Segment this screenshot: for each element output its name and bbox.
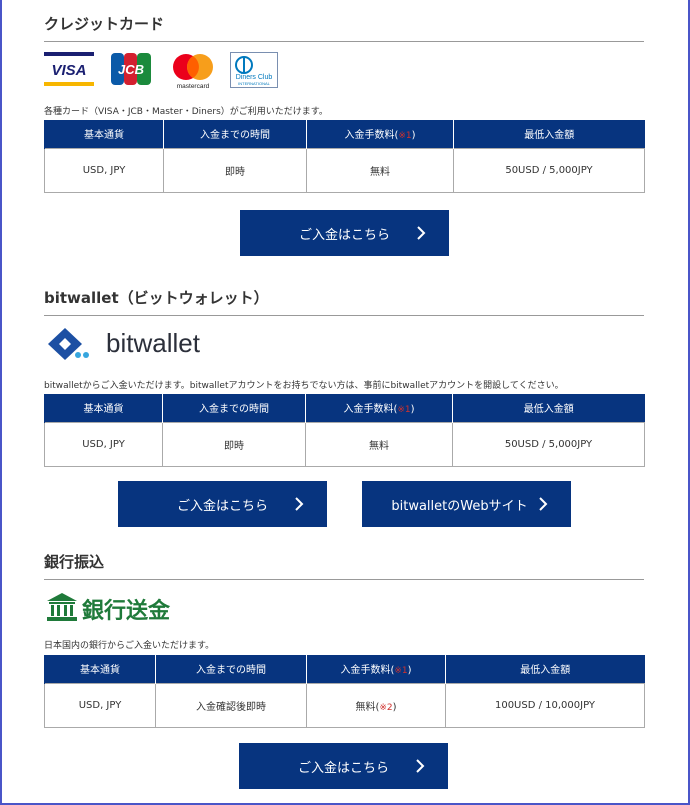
deposit-button-label: ご入金はこちら: [176, 498, 268, 514]
cell-currency: USD, JPY: [44, 147, 164, 193]
deposit-button[interactable]: ご入金はこちら: [239, 743, 448, 789]
header-currency: 基本通貨: [44, 394, 163, 422]
fee-note: ※1: [398, 131, 412, 142]
svg-text:VISA: VISA: [51, 62, 86, 79]
diners-club-logo-icon: Diners Club INTERNATIONAL: [230, 52, 278, 88]
cell-time: 即時: [162, 421, 306, 467]
svg-text:JCB: JCB: [118, 62, 144, 77]
chevron-right-icon: [539, 497, 548, 511]
fee-note: ※1: [394, 666, 408, 677]
table-row: USD, JPY 即時 無料 50USD / 5,000JPY: [44, 147, 645, 193]
chevron-right-icon: [416, 759, 425, 773]
chevron-right-icon: [295, 497, 304, 511]
deposit-button[interactable]: ご入金はこちら: [118, 481, 327, 527]
section-description: 各種カード（VISA・JCB・Master・Diners）がご利用いただけます。: [44, 107, 328, 117]
header-fee: 入金手数料(※1): [306, 120, 454, 148]
mastercard-logo-icon: mastercard: [173, 54, 213, 90]
cell-fee: 無料(※2): [306, 682, 446, 728]
bitwallet-website-button-label: bitwalletのWebサイト: [391, 498, 528, 514]
fee-note: ※1: [397, 405, 411, 416]
header-fee: 入金手数料(※1): [305, 394, 453, 422]
chevron-right-icon: [417, 226, 426, 240]
section-description: bitwalletからご入金いただけます。bitwalletアカウントをお持ちで…: [44, 381, 564, 391]
cell-fee: 無料: [305, 421, 453, 467]
rates-table: 基本通貨 入金までの時間 入金手数料(※1) 最低入金額 USD, JPY 即時…: [44, 394, 645, 467]
svg-text:Diners Club: Diners Club: [236, 74, 273, 81]
header-time: 入金までの時間: [155, 655, 307, 683]
cell-time: 入金確認後即時: [155, 682, 307, 728]
deposit-button-label: ご入金はこちら: [297, 760, 389, 776]
section-title: 銀行振込: [44, 552, 644, 580]
header-time: 入金までの時間: [163, 120, 307, 148]
bitwallet-website-button[interactable]: bitwalletのWebサイト: [362, 481, 571, 527]
rates-table: 基本通貨 入金までの時間 入金手数料(※1) 最低入金額 USD, JPY 入金…: [44, 655, 645, 728]
deposit-button-label: ご入金はこちら: [298, 227, 390, 243]
deposit-button[interactable]: ご入金はこちら: [240, 210, 449, 256]
bank-transfer-section: 銀行振込 銀行送金 日本国内の銀行からご入金いただけます。 基本通貨 入金までの…: [44, 552, 645, 797]
cell-min-deposit: 50USD / 5,000JPY: [452, 421, 645, 467]
header-currency: 基本通貨: [44, 120, 164, 148]
cell-min-deposit: 100USD / 10,000JPY: [445, 682, 645, 728]
table-header-row: 基本通貨 入金までの時間 入金手数料(※1) 最低入金額: [44, 655, 645, 683]
section-title: bitwallet（ビットウォレット）: [44, 288, 644, 316]
table-row: USD, JPY 即時 無料 50USD / 5,000JPY: [44, 421, 645, 467]
section-description: 日本国内の銀行からご入金いただけます。: [44, 641, 215, 651]
header-min-deposit: 最低入金額: [445, 655, 645, 683]
bitwallet-wordmark: bitwallet: [106, 328, 200, 358]
table-row: USD, JPY 入金確認後即時 無料(※2) 100USD / 10,000J…: [44, 682, 645, 728]
rates-table: 基本通貨 入金までの時間 入金手数料(※1) 最低入金額 USD, JPY 即時…: [44, 120, 645, 193]
fee-note: ※2: [379, 702, 393, 713]
cell-currency: USD, JPY: [44, 682, 156, 728]
section-title: クレジットカード: [44, 14, 644, 42]
table-header-row: 基本通貨 入金までの時間 入金手数料(※1) 最低入金額: [44, 394, 645, 422]
credit-card-section: クレジットカード VISA JCB mastercard Diners Club…: [44, 14, 645, 259]
header-time: 入金までの時間: [162, 394, 306, 422]
header-fee: 入金手数料(※1): [306, 655, 446, 683]
bitwallet-logo: bitwallet: [48, 326, 228, 362]
bank-transfer-logo: 銀行送金: [46, 590, 186, 626]
jcb-logo-icon: JCB: [111, 53, 151, 85]
bitwallet-logo-icon: [48, 328, 89, 360]
bank-transfer-wordmark: 銀行送金: [82, 598, 171, 624]
bank-building-icon: [47, 593, 77, 621]
cell-time: 即時: [163, 147, 307, 193]
header-currency: 基本通貨: [44, 655, 156, 683]
header-min-deposit: 最低入金額: [453, 120, 645, 148]
visa-logo-icon: VISA: [44, 52, 94, 86]
cell-fee: 無料: [306, 147, 454, 193]
bitwallet-section: bitwallet（ビットウォレット） bitwallet bitwalletか…: [44, 288, 645, 528]
cell-min-deposit: 50USD / 5,000JPY: [453, 147, 645, 193]
cell-currency: USD, JPY: [44, 421, 163, 467]
table-header-row: 基本通貨 入金までの時間 入金手数料(※1) 最低入金額: [44, 120, 645, 148]
svg-text:mastercard: mastercard: [177, 83, 210, 90]
svg-text:INTERNATIONAL: INTERNATIONAL: [238, 81, 270, 86]
header-min-deposit: 最低入金額: [452, 394, 645, 422]
